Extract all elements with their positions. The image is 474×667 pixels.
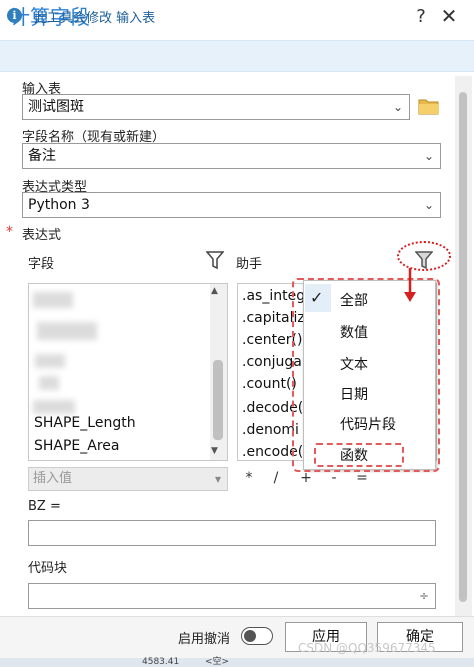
help-button[interactable]: ? <box>410 4 432 30</box>
expression-text-label: BZ = <box>28 499 61 514</box>
required-mark: * <box>6 224 13 240</box>
field-name-select[interactable]: 备注 ⌄ <box>22 143 441 169</box>
close-button[interactable]: ✕ <box>438 3 460 29</box>
insert-value-placeholder: 插入值 <box>33 471 73 486</box>
enable-undo-label: 启用撤消 <box>178 632 231 647</box>
operator-multiply-button[interactable]: * <box>241 470 257 486</box>
input-table-value: 测试图斑 <box>28 99 84 115</box>
insert-value-select[interactable]: 插入值 ▾ <box>28 467 228 491</box>
fields-list[interactable] <box>28 283 228 461</box>
toggle-knob <box>244 630 256 642</box>
scroll-down-icon[interactable]: ▼ <box>211 446 218 456</box>
strip-null-value: <空> <box>205 657 230 667</box>
operator-equals-button[interactable]: = <box>354 470 370 486</box>
operator-divide-button[interactable]: / <box>268 470 284 486</box>
folder-icon[interactable] <box>418 97 440 115</box>
operator-minus-button[interactable]: - <box>326 470 342 486</box>
fields-header: 字段 <box>28 257 55 272</box>
info-icon: i <box>7 8 22 23</box>
helper-header: 助手 <box>236 257 263 272</box>
field-item-shape-length[interactable]: SHAPE_Length <box>34 415 136 431</box>
chevron-down-icon: ⌄ <box>392 100 403 114</box>
scroll-up-icon[interactable]: ▲ <box>211 286 218 296</box>
chevron-down-icon: ⌄ <box>423 198 434 212</box>
strip-value: 4583.41 <box>142 657 180 667</box>
code-block-textbox[interactable]: ÷ <box>28 583 436 609</box>
info-banner-text: 此工具会修改 输入表 <box>34 11 156 26</box>
chevron-down-icon: ⌄ <box>423 149 434 163</box>
chevron-down-icon: ▾ <box>214 472 221 486</box>
info-banner <box>0 40 474 72</box>
input-table-select[interactable]: 测试图斑 ⌄ <box>22 94 410 120</box>
underlying-table-strip <box>0 658 474 667</box>
helper-item[interactable]: .denomi <box>242 422 299 438</box>
code-block-label: 代码块 <box>28 561 68 576</box>
watermark: CSDN @QQ359677345 <box>298 641 436 655</box>
fields-scrollbar-thumb[interactable] <box>213 360 223 440</box>
operator-plus-button[interactable]: + <box>298 470 314 486</box>
field-item-shape-area[interactable]: SHAPE_Area <box>34 438 120 454</box>
annotation-arrow-icon <box>400 266 420 306</box>
fields-filter-icon[interactable] <box>205 250 225 270</box>
helper-item[interactable]: .count() <box>242 376 297 392</box>
field-name-value: 备注 <box>28 148 56 164</box>
resize-handle-icon[interactable]: ÷ <box>419 584 429 608</box>
form-scrollbar-thumb[interactable] <box>459 92 467 602</box>
expression-type-value: Python 3 <box>28 197 90 213</box>
expression-label: 表达式 <box>22 228 62 243</box>
annotation-function-highlight <box>314 443 404 467</box>
expression-textbox[interactable] <box>28 520 436 546</box>
expression-type-select[interactable]: Python 3 ⌄ <box>22 192 441 218</box>
